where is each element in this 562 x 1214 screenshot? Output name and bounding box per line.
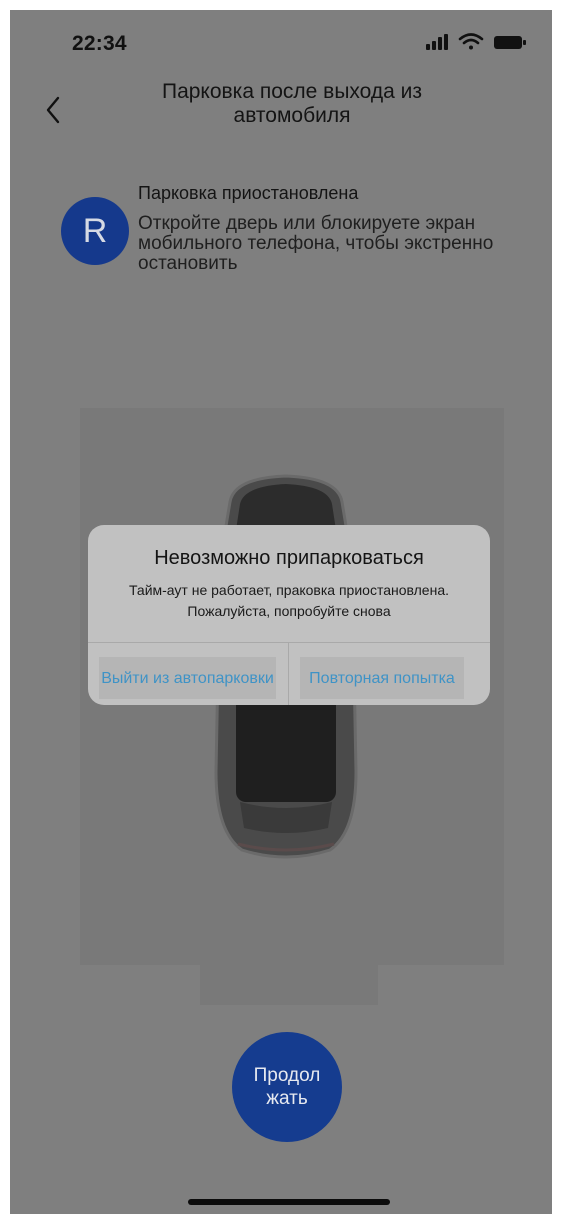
home-indicator[interactable]: [188, 1199, 390, 1205]
chevron-left-icon: [46, 96, 60, 124]
dialog-button-divider: [288, 643, 289, 705]
retry-button[interactable]: Повторная попытка: [300, 657, 464, 699]
dialog-message: Тайм-аут не работает, праковка приостано…: [128, 582, 449, 619]
reverse-badge: R: [61, 197, 129, 265]
parking-error-dialog: Невозможно припарковаться Тайм-аут не ра…: [88, 525, 490, 705]
dialog-title: Невозможно припарковаться: [154, 547, 424, 569]
parking-status-title: Парковка приостановлена: [138, 183, 359, 203]
battery-icon: [494, 36, 526, 49]
app-screen: 22:34 Парковка после выхода из автомобил…: [10, 10, 552, 1214]
parking-status-description: Откройте дверь или блокируете экран моби…: [138, 213, 494, 274]
continue-button[interactable]: Продол жать: [232, 1032, 342, 1142]
status-time: 22:34: [72, 32, 127, 55]
page-title: Парковка после выхода из автомобиля: [161, 80, 423, 127]
parking-zone-extension: [200, 965, 378, 1005]
dialog-divider: [88, 642, 490, 643]
wifi-icon: [458, 33, 484, 50]
exit-autopark-button[interactable]: Выйти из автопарковки: [99, 657, 276, 699]
signal-icon: [426, 34, 448, 50]
status-icons: [426, 32, 530, 52]
back-button[interactable]: [38, 90, 68, 130]
